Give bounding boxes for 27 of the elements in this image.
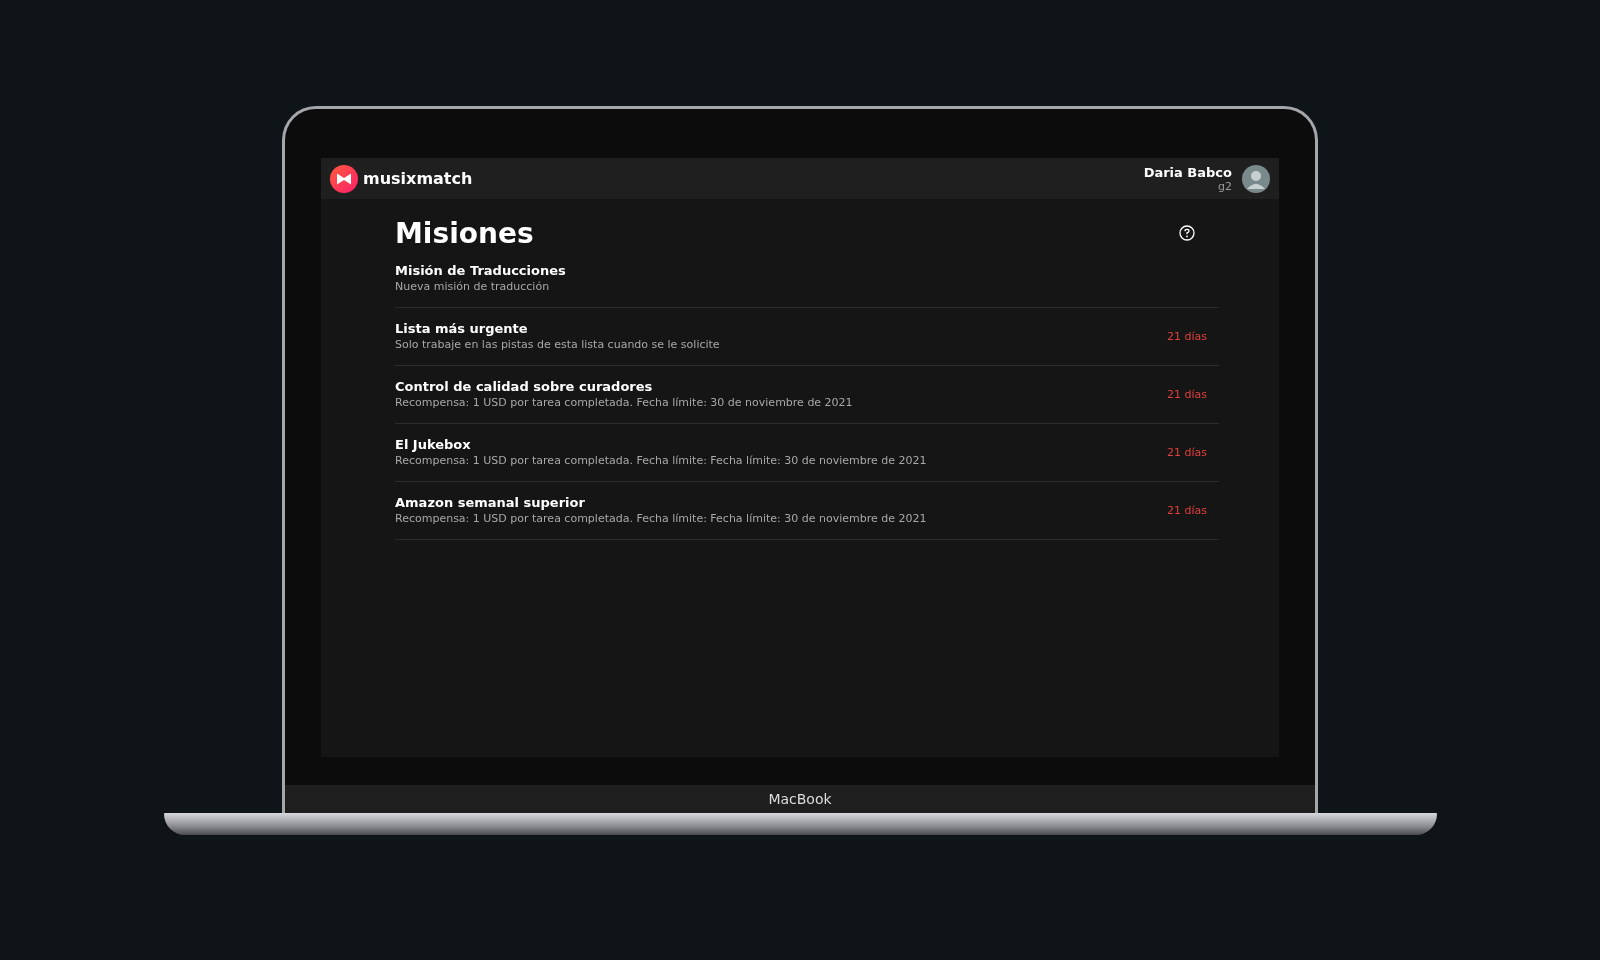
mission-item[interactable]: El Jukebox Recompensa: 1 USD por tarea completada. Fecha límite: Fecha límite: 30 de noviembre de 2021 21 días xyxy=(395,424,1219,482)
mission-item[interactable]: Control de calidad sobre curadores Recompensa: 1 USD por tarea completada. Fecha límite: 30 de noviembre de 2021 21 días xyxy=(395,366,1219,424)
mission-description: Nueva misión de traducción xyxy=(395,280,551,293)
mission-description: Solo trabaje en las pistas de esta lista cuando se le solicite xyxy=(395,338,720,351)
mission-item[interactable]: Lista más urgente Solo trabaje en las pistas de esta lista cuando se le solicite 21 días xyxy=(395,308,1219,366)
page-title: Misiones xyxy=(395,217,534,250)
mission-item[interactable]: Misión de Traducciones Nueva misión de traducción xyxy=(395,250,1219,308)
mission-title: Control de calidad sobre curadores xyxy=(395,379,654,394)
logo-icon xyxy=(330,164,358,193)
user-name: Daria Babco xyxy=(1143,164,1232,180)
mission-description: Recompensa: 1 USD por tarea completada. Fecha límite: 30 de noviembre de 2021 xyxy=(395,396,853,409)
avatar-icon[interactable] xyxy=(1242,164,1270,193)
days-remaining: 21 días xyxy=(1167,503,1208,517)
mission-title: Amazon semanal superior xyxy=(395,495,586,510)
user-level: g2 xyxy=(1218,179,1232,193)
help-icon[interactable] xyxy=(1179,225,1195,241)
brand-name: musixmatch xyxy=(363,169,473,188)
mission-description: Recompensa: 1 USD por tarea completada. Fecha límite: Fecha límite: 30 de noviembre de 2021 xyxy=(395,512,927,525)
days-remaining: 21 días xyxy=(1167,387,1208,401)
days-remaining: 21 días xyxy=(1167,329,1208,343)
days-remaining: 21 días xyxy=(1167,445,1208,459)
mission-description: Recompensa: 1 USD por tarea completada. Fecha límite: Fecha límite: 30 de noviembre de 2021 xyxy=(395,454,927,467)
mission-title: Lista más urgente xyxy=(395,321,529,336)
mission-title: Misión de Traducciones xyxy=(395,263,566,278)
mission-item[interactable]: Amazon semanal superior Recompensa: 1 USD por tarea completada. Fecha límite: Fecha límite: 30 de noviembre de 2021 21 días xyxy=(395,482,1219,540)
mission-title: El Jukebox xyxy=(395,437,472,452)
device-label: MacBook xyxy=(768,791,832,807)
